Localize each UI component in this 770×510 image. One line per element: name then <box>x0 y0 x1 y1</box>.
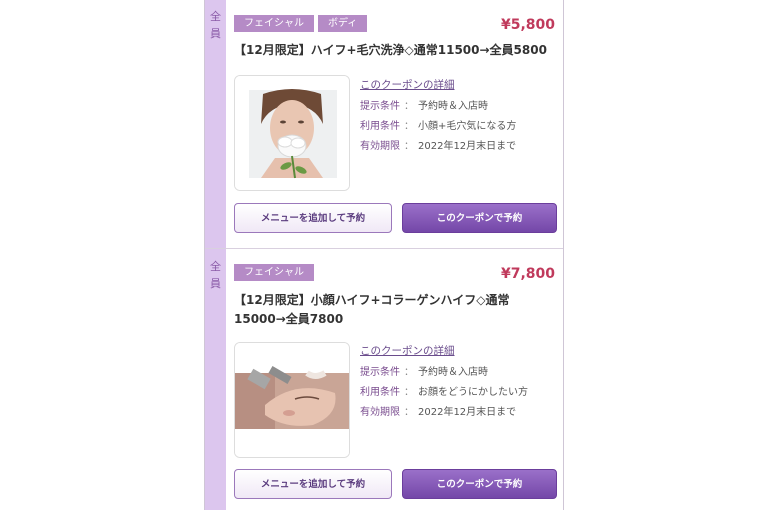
detail-row-expiry: 有効期限： 2022年12月末日まで <box>360 141 517 152</box>
coupon-card: 全 員 フェイシャル ¥7,800 【12月限定】小顔ハイフ+コラーゲンハイフ◇… <box>205 249 563 510</box>
coupon-list: 全 員 フェイシャル ボディ ¥5,800 【12月限定】ハイフ+毛穴洗浄◇通常1… <box>204 0 564 510</box>
coupon-title: 【12月限定】小顔ハイフ+コラーゲンハイフ◇通常15000→全員7800 <box>234 293 510 326</box>
coupon-title: 【12月限定】ハイフ+毛穴洗浄◇通常11500→全員5800 <box>234 43 547 57</box>
side-label-char-2: 員 <box>210 27 221 40</box>
tag-facial: フェイシャル <box>234 264 314 281</box>
target-side-label: 全 員 <box>205 249 226 510</box>
woman-with-rose-image <box>235 76 349 190</box>
coupon-detail-link[interactable]: このクーポンの詳細 <box>360 343 528 358</box>
side-label-char-1: 全 <box>210 260 221 273</box>
coupon-details: このクーポンの詳細 提示条件：予約時＆入店時 利用条件：お顔をどうにかしたい方 … <box>360 343 528 426</box>
detail-row-present: 提示条件：予約時＆入店時 <box>360 367 488 378</box>
tag-facial: フェイシャル <box>234 15 314 32</box>
facial-treatment-image <box>235 343 349 457</box>
coupon-detail-link[interactable]: このクーポンの詳細 <box>360 77 516 92</box>
detail-row-usage: 利用条件：小顔+毛穴気になる方 <box>360 121 517 132</box>
reserve-with-coupon-button[interactable]: このクーポンで予約 <box>402 203 557 233</box>
reserve-with-coupon-button[interactable]: このクーポンで予約 <box>402 469 557 499</box>
coupon-card: 全 員 フェイシャル ボディ ¥5,800 【12月限定】ハイフ+毛穴洗浄◇通常1… <box>205 0 563 249</box>
tag-list: フェイシャル <box>234 264 318 283</box>
detail-row-usage: 利用条件：お顔をどうにかしたい方 <box>360 387 528 398</box>
side-label-char-2: 員 <box>210 277 221 290</box>
coupon-price: ¥7,800 <box>500 266 555 282</box>
tag-list: フェイシャル ボディ <box>234 15 371 34</box>
coupon-price: ¥5,800 <box>500 17 555 33</box>
target-side-label: 全 員 <box>205 0 226 248</box>
coupon-photo[interactable] <box>234 75 350 191</box>
coupon-photo[interactable] <box>234 342 350 458</box>
add-menu-reserve-button[interactable]: メニューを追加して予約 <box>234 203 392 233</box>
detail-row-expiry: 有効期限： 2022年12月末日まで <box>360 407 517 418</box>
side-label-char-1: 全 <box>210 10 221 23</box>
add-menu-reserve-button[interactable]: メニューを追加して予約 <box>234 469 392 499</box>
tag-body: ボディ <box>318 15 368 32</box>
detail-row-present: 提示条件：予約時＆入店時 <box>360 101 488 112</box>
coupon-details: このクーポンの詳細 提示条件：予約時＆入店時 利用条件：小顔+毛穴気になる方 有… <box>360 77 516 160</box>
